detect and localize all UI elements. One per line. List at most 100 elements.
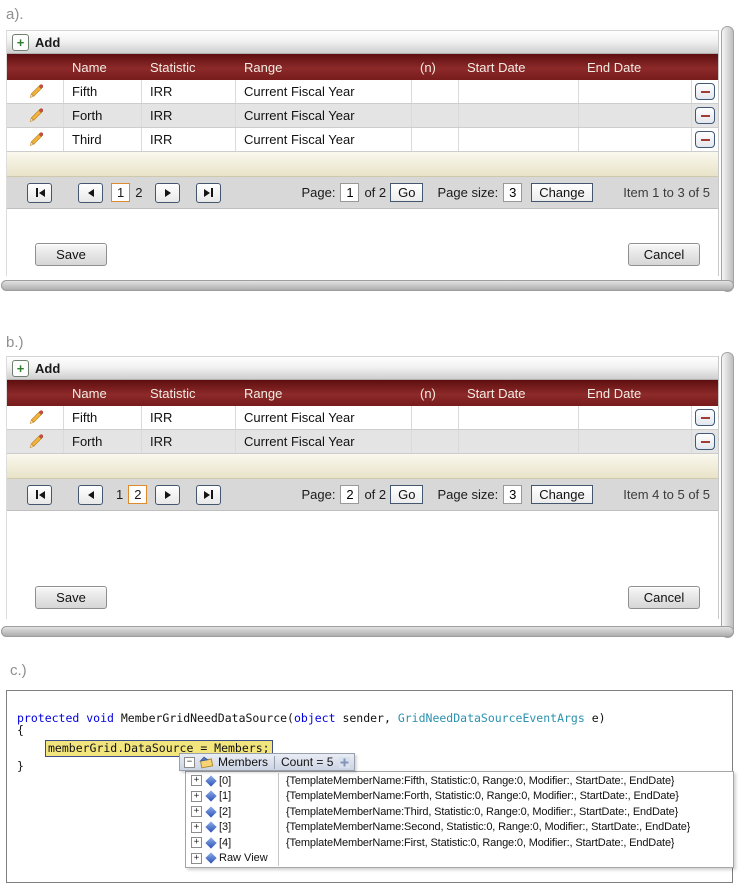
add-button-label[interactable]: Add	[35, 361, 60, 376]
edit-row-button[interactable]	[7, 406, 64, 429]
cell-start-date	[459, 128, 579, 151]
column-header-name: Name	[72, 59, 107, 75]
page-number-1[interactable]: 1	[111, 183, 131, 202]
window-edge-right	[721, 352, 734, 638]
delete-row-button[interactable]	[695, 131, 715, 148]
prev-page-button[interactable]	[78, 182, 103, 203]
window-edge-bottom	[1, 280, 734, 291]
panel-tail	[7, 266, 718, 276]
prev-page-button[interactable]	[78, 484, 103, 505]
add-button[interactable]: +	[12, 33, 29, 51]
minus-icon	[700, 440, 710, 443]
cell-statistic: IRR	[142, 80, 236, 103]
next-page-button[interactable]	[155, 484, 181, 505]
code-keyword: protected	[17, 711, 80, 725]
field-icon	[205, 852, 217, 864]
expand-icon[interactable]: +	[191, 837, 202, 849]
datatip-row: + [0] {TemplateMemberName:Fifth, Statistic…	[186, 773, 733, 789]
member-name: [4]	[219, 836, 232, 849]
right-triangle-icon	[164, 188, 171, 197]
grid-body: Fifth IRR Current Fiscal Year Forth IRR Curre…	[7, 80, 718, 152]
expand-icon[interactable]: +	[191, 806, 202, 818]
code-line-statement: memberGrid.DataSource = Members;	[7, 739, 732, 757]
section-b-grid: + Add Name Statistic Range (n) Start Dat…	[6, 356, 719, 619]
left-triangle-icon	[38, 490, 45, 499]
edit-row-button[interactable]	[7, 128, 64, 151]
page-size-input[interactable]	[503, 485, 523, 504]
grid-panel: + Add Name Statistic Range (n) Start Dat…	[7, 356, 718, 619]
minus-icon	[700, 138, 710, 141]
datatip-row: + [1] {TemplateMemberName:Forth, Statistic…	[186, 789, 733, 805]
delete-row-button[interactable]	[695, 107, 715, 124]
last-page-icon	[210, 188, 213, 197]
page-size-group: Page size: Change	[437, 183, 593, 202]
delete-row-button[interactable]	[695, 433, 715, 450]
delete-row-button[interactable]	[695, 409, 715, 426]
change-button[interactable]: Change	[531, 183, 593, 202]
expand-icon[interactable]: +	[191, 852, 202, 864]
add-button-label[interactable]: Add	[35, 35, 60, 50]
grid-row: Fifth IRR Current Fiscal Year	[7, 406, 718, 430]
cell-range: Current Fiscal Year	[236, 128, 412, 151]
go-button[interactable]: Go	[390, 183, 424, 202]
right-triangle-icon	[164, 490, 171, 499]
minus-icon	[700, 114, 710, 117]
next-page-button[interactable]	[155, 182, 181, 203]
save-button[interactable]: Save	[35, 586, 107, 609]
last-page-button[interactable]	[196, 182, 222, 203]
edit-row-button[interactable]	[7, 104, 64, 127]
column-header-end-date: End Date	[587, 385, 642, 401]
delete-cell	[692, 80, 718, 103]
cell-name: Forth	[64, 104, 142, 127]
datatip-column-divider	[278, 773, 279, 866]
edit-row-button[interactable]	[7, 430, 64, 453]
grid-row: Third IRR Current Fiscal Year	[7, 128, 718, 152]
cancel-button[interactable]: Cancel	[628, 586, 700, 609]
cell-n	[412, 406, 459, 429]
change-button[interactable]: Change	[531, 485, 593, 504]
delete-cell	[692, 104, 718, 127]
first-page-button[interactable]	[27, 182, 52, 203]
grid-panel: + Add Name Statistic Range (n) Start Dat…	[7, 30, 718, 276]
grid-footer-filler	[7, 454, 718, 479]
visualizer-icon[interactable]	[339, 756, 351, 768]
save-button[interactable]: Save	[35, 243, 107, 266]
item-status: Item 1 to 3 of 5	[623, 185, 710, 200]
cell-n	[412, 430, 459, 453]
cell-range: Current Fiscal Year	[236, 104, 412, 127]
expand-icon[interactable]: +	[191, 790, 202, 802]
page-size-input[interactable]	[503, 183, 523, 202]
grid-toolbar: + Add	[7, 30, 718, 54]
grid-body: Fifth IRR Current Fiscal Year Forth IRR Curre…	[7, 406, 718, 454]
pencil-icon	[29, 132, 43, 146]
cell-statistic: IRR	[142, 430, 236, 453]
collapse-icon[interactable]: −	[184, 756, 195, 768]
cell-start-date	[459, 104, 579, 127]
cell-statistic: IRR	[142, 104, 236, 127]
go-button[interactable]: Go	[390, 485, 424, 504]
grid-header-row: Name Statistic Range (n) Start Date End …	[7, 380, 718, 406]
expand-icon[interactable]: +	[191, 821, 202, 833]
cell-start-date	[459, 430, 579, 453]
cancel-button[interactable]: Cancel	[628, 243, 700, 266]
edit-row-button[interactable]	[7, 80, 64, 103]
page-input[interactable]	[340, 183, 360, 202]
cell-end-date	[579, 80, 692, 103]
page-input[interactable]	[340, 485, 360, 504]
pencil-icon	[29, 84, 43, 98]
column-header-statistic: Statistic	[150, 59, 196, 75]
page-number-list: 12	[111, 485, 148, 504]
page-number-1[interactable]: 1	[111, 486, 128, 503]
page-number-2[interactable]: 2	[130, 184, 147, 201]
column-header-end-date: End Date	[587, 59, 642, 75]
pager-bar: 12 Page: of 2 Go Page size: Change Item …	[7, 177, 718, 209]
page-number-2[interactable]: 2	[128, 485, 148, 504]
expand-icon[interactable]: +	[191, 775, 202, 787]
add-icon: +	[16, 360, 25, 376]
add-button[interactable]: +	[12, 359, 29, 377]
member-name: Raw View	[219, 852, 268, 865]
datatip-header: − Members Count = 5	[179, 753, 356, 771]
first-page-button[interactable]	[27, 484, 52, 505]
last-page-button[interactable]	[196, 484, 222, 505]
delete-row-button[interactable]	[695, 83, 715, 100]
